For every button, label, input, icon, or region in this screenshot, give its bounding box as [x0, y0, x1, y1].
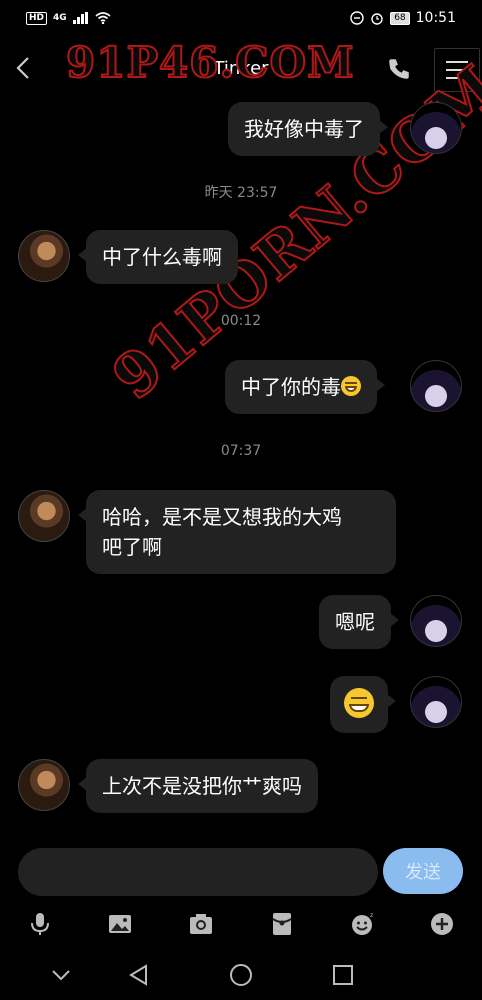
image-icon[interactable]: [106, 910, 134, 938]
avatar-peer[interactable]: [18, 759, 70, 811]
network-type: 4G: [53, 13, 67, 23]
avatar-peer[interactable]: [18, 490, 70, 542]
silent-mode-icon: [350, 11, 364, 25]
avatar-self[interactable]: [410, 360, 462, 412]
input-bar: 发送: [0, 848, 482, 898]
message-text: 上次不是没把你艹爽吗: [102, 774, 302, 798]
signal-icon: [72, 12, 88, 24]
add-icon[interactable]: [428, 910, 456, 938]
message-bubble-self[interactable]: 我好像中毒了: [228, 102, 388, 156]
timestamp: 昨天 23:57: [204, 185, 278, 201]
message-bubble-self[interactable]: [330, 676, 396, 733]
message-bubble-peer[interactable]: 中了什么毒啊: [78, 230, 238, 284]
send-button[interactable]: 发送: [383, 848, 463, 894]
timestamp: 00:12: [220, 313, 262, 329]
message-bubble-peer[interactable]: 哈哈，是不是又想我的大鸡 吧了啊: [78, 490, 396, 574]
avatar-self[interactable]: [410, 595, 462, 647]
message-bubble-self[interactable]: 中了你的毒: [225, 360, 385, 414]
recents-square-icon[interactable]: [330, 962, 356, 988]
menu-icon[interactable]: [434, 48, 480, 92]
alarm-icon: [371, 13, 383, 25]
timestamp: 07:37: [220, 443, 262, 459]
message-text: 我好像中毒了: [244, 117, 364, 141]
red-packet-icon[interactable]: [268, 910, 296, 938]
message-text: 嗯呢: [335, 610, 375, 634]
collapse-icon[interactable]: [48, 962, 74, 988]
message-text: 中了什么毒啊: [102, 245, 222, 269]
home-circle-icon[interactable]: [228, 962, 254, 988]
message-input[interactable]: [18, 848, 378, 896]
status-left: HD 4G: [26, 11, 111, 25]
status-bar: HD 4G 68 10:51: [0, 0, 482, 36]
emoji-icon[interactable]: z: [348, 910, 376, 938]
message-bubble-self[interactable]: 嗯呢: [319, 595, 399, 649]
chat-header: Tinker: [0, 36, 482, 100]
message-text: 中了你的毒: [241, 375, 341, 399]
svg-text:z: z: [370, 912, 373, 919]
message-text-line: 吧了啊: [102, 535, 162, 559]
clock: 10:51: [415, 10, 456, 26]
avatar-peer[interactable]: [18, 230, 70, 282]
back-triangle-icon[interactable]: [126, 962, 152, 988]
camera-icon[interactable]: [187, 910, 215, 938]
phone-icon[interactable]: [386, 56, 412, 82]
grinning-emoji-icon: [344, 688, 374, 718]
avatar-self[interactable]: [410, 102, 462, 154]
hd-badge: HD: [26, 11, 48, 25]
battery-indicator: 68: [390, 11, 410, 25]
system-nav-bar: [0, 950, 482, 1000]
chat-toolbar: z: [0, 904, 482, 944]
wifi-icon: [95, 12, 111, 24]
avatar-self[interactable]: [410, 676, 462, 728]
message-bubble-peer[interactable]: 上次不是没把你艹爽吗: [78, 759, 318, 813]
message-text-line: 哈哈，是不是又想我的大鸡: [102, 505, 342, 529]
microphone-icon[interactable]: [26, 910, 54, 938]
status-right: 68 10:51: [350, 10, 456, 26]
thinking-emoji-icon: [341, 376, 361, 396]
